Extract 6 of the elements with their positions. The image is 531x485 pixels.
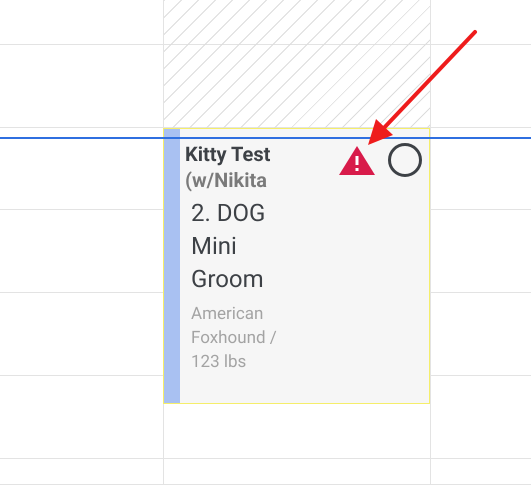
appointment-subtitle: (w/Nikita: [185, 167, 268, 193]
service-name: 2. DOG Mini Groom: [191, 198, 266, 295]
pet-details: American Foxhound / 123 lbs: [191, 303, 278, 374]
appointment-card[interactable]: Kitty Test (w/Nikita 2. DOG Mini Groom American Foxhound / 123 lbs: [163, 128, 430, 404]
status-circle-icon[interactable]: [387, 142, 423, 178]
appointment-title: Kitty Test: [185, 141, 272, 167]
